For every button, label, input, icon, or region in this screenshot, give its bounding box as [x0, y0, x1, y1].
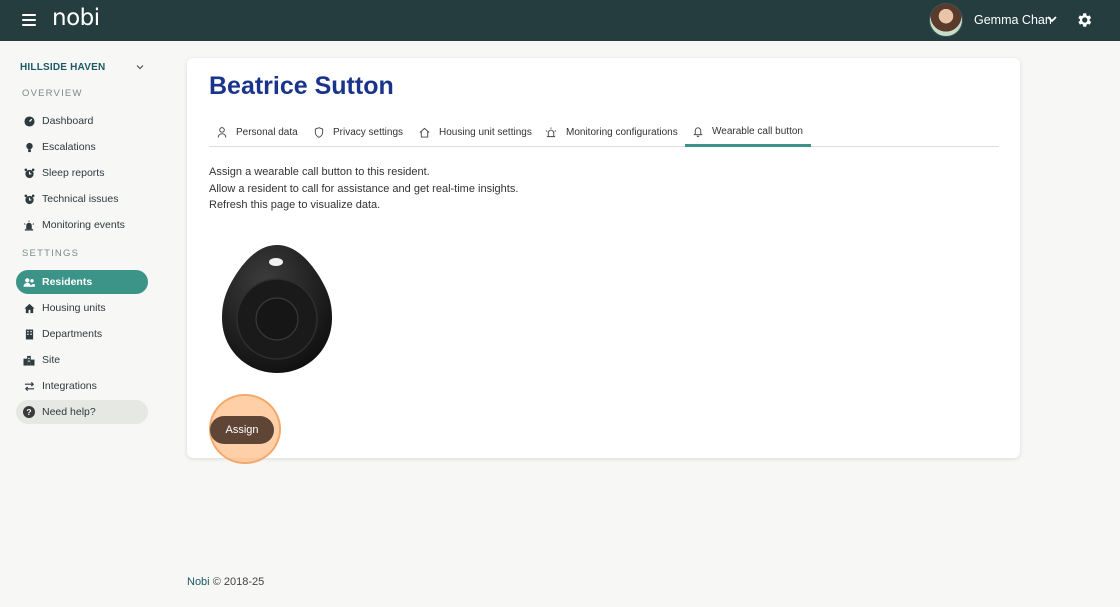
description-line: Refresh this page to visualize data. — [209, 199, 381, 211]
sidebar-item-technical-issues[interactable]: Technical issues — [16, 187, 148, 211]
page-title: Beatrice Sutton — [209, 72, 394, 100]
sidebar: HILLSIDE HAVEN OVERVIEW Dashboard Escala… — [0, 41, 165, 607]
tab-label: Privacy settings — [333, 127, 404, 138]
top-bar: nobi Gemma Chan — [0, 0, 1120, 41]
nobi-logo[interactable]: nobi — [52, 5, 100, 31]
sidebar-item-label: Escalations — [42, 141, 96, 153]
house-icon — [419, 127, 430, 138]
settings-section-label: SETTINGS — [22, 248, 80, 259]
sidebar-item-label: Technical issues — [42, 193, 119, 205]
user-name[interactable]: Gemma Chan — [974, 13, 1052, 27]
footer-brand-link[interactable]: Nobi — [187, 576, 210, 588]
tab-monitoring-configurations[interactable]: Monitoring configurations — [537, 118, 686, 147]
sidebar-item-escalations[interactable]: Escalations — [16, 135, 148, 159]
bell-icon — [693, 126, 703, 137]
hamburger-menu-icon[interactable] — [22, 14, 36, 26]
sidebar-item-label: Monitoring events — [42, 219, 125, 231]
resident-card: Beatrice Sutton Personal data Privacy se… — [187, 58, 1020, 464]
sidebar-item-dashboard[interactable]: Dashboard — [16, 109, 148, 133]
footer: Nobi © 2018-25 — [187, 576, 264, 588]
siren-icon — [23, 219, 35, 231]
wearable-description: Assign a wearable call button to this re… — [209, 164, 518, 214]
help-icon: ? — [23, 406, 35, 418]
arrows-icon — [23, 380, 35, 392]
sidebar-item-label: Housing units — [42, 302, 106, 314]
sidebar-item-label: Integrations — [42, 380, 97, 392]
sidebar-item-sleep-reports[interactable]: Sleep reports — [16, 161, 148, 185]
sidebar-item-departments[interactable]: Departments — [16, 322, 148, 346]
site-selector[interactable]: HILLSIDE HAVEN — [20, 59, 145, 75]
tab-housing-unit-settings[interactable]: Housing unit settings — [411, 118, 540, 147]
sidebar-item-residents[interactable]: Residents — [16, 270, 148, 294]
footer-copyright: © 2018-25 — [212, 576, 265, 588]
sidebar-item-label: Dashboard — [42, 115, 94, 127]
shield-icon — [314, 127, 324, 138]
svg-text:?: ? — [26, 407, 31, 417]
description-line: Allow a resident to call for assistance … — [209, 182, 519, 195]
tab-personal-data[interactable]: Personal data — [209, 118, 306, 147]
lightbulb-icon — [23, 141, 35, 153]
user-avatar[interactable] — [929, 3, 963, 37]
tab-label: Housing unit settings — [439, 127, 532, 138]
alarm-clock-icon — [23, 193, 35, 205]
chevron-down-icon — [136, 65, 144, 70]
tab-wearable-call-button[interactable]: Wearable call button — [685, 118, 811, 147]
sidebar-item-label: Residents — [42, 276, 93, 288]
tab-label: Monitoring configurations — [566, 127, 678, 138]
wearable-call-button-image — [222, 245, 332, 373]
need-help-label: Need help? — [42, 406, 96, 418]
sidebar-item-housing-units[interactable]: Housing units — [16, 296, 148, 320]
sidebar-item-monitoring-events[interactable]: Monitoring events — [16, 213, 148, 237]
alarm-clock-icon — [23, 167, 35, 179]
building-icon — [23, 328, 35, 340]
need-help-button[interactable]: ? Need help? — [16, 400, 148, 424]
tab-label: Personal data — [236, 127, 298, 138]
siren-icon — [545, 127, 557, 138]
overview-section-label: OVERVIEW — [22, 88, 83, 99]
users-icon — [23, 276, 35, 288]
resident-tabs: Personal data Privacy settings Housing u… — [209, 118, 999, 147]
sidebar-item-label: Site — [42, 354, 61, 366]
chevron-down-icon[interactable] — [1046, 13, 1058, 25]
tab-label: Wearable call button — [712, 125, 803, 137]
gear-icon[interactable] — [1075, 11, 1093, 29]
person-icon — [217, 127, 227, 138]
site-name: HILLSIDE HAVEN — [20, 61, 106, 73]
gauge-icon — [23, 115, 35, 127]
sidebar-item-label: Departments — [42, 328, 103, 340]
sidebar-item-label: Sleep reports — [42, 167, 105, 179]
sidebar-item-site[interactable]: Site — [16, 348, 148, 372]
assign-button[interactable]: Assign — [210, 416, 274, 444]
description-line: Assign a wearable call button to this re… — [209, 166, 430, 178]
house-icon — [23, 302, 35, 314]
sidebar-item-integrations[interactable]: Integrations — [16, 374, 148, 398]
tab-privacy-settings[interactable]: Privacy settings — [306, 118, 411, 147]
city-icon — [23, 354, 35, 366]
